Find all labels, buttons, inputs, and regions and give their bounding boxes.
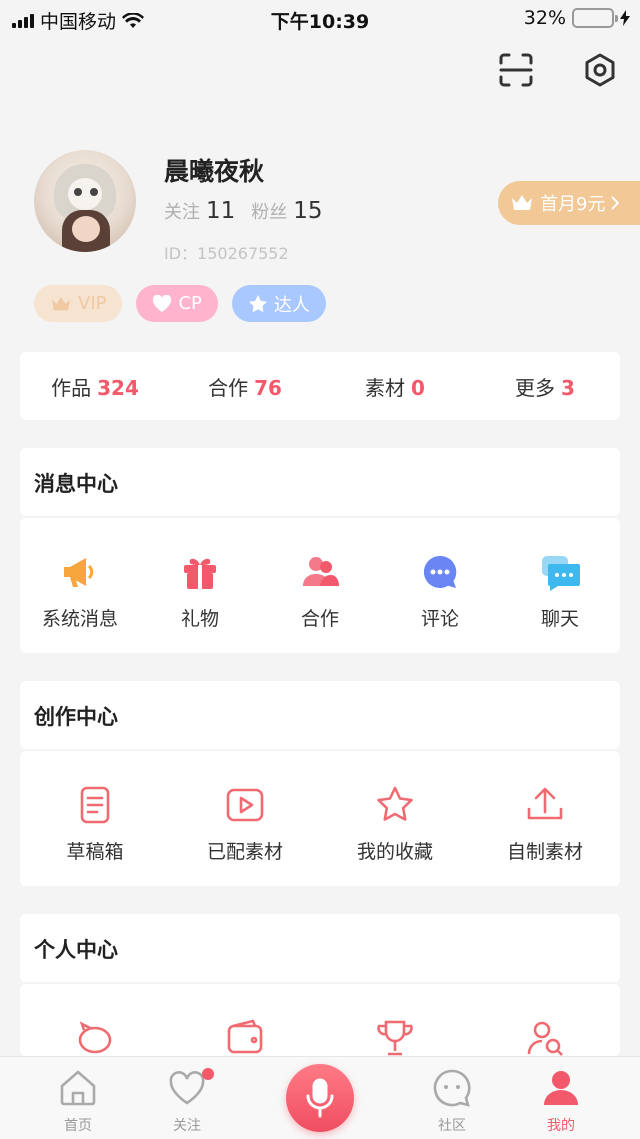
fans-count[interactable]: 15 (293, 198, 322, 224)
follow-label[interactable]: 关注 (164, 198, 200, 224)
comment-item[interactable]: 评论 (380, 552, 500, 631)
battery-percent: 32% (523, 7, 566, 29)
vip-promo-label: 首月9元 (540, 194, 606, 215)
crown-icon (52, 296, 70, 310)
profile-icon (544, 1071, 578, 1105)
user-id: ID：150267552 (164, 244, 289, 263)
stat-materials[interactable]: 素材 0 (320, 372, 470, 401)
tab-mine[interactable]: 我的 (521, 1067, 601, 1135)
video-icon (226, 788, 264, 822)
expert-badge-label: 达人 (273, 294, 310, 316)
notification-dot (202, 1068, 214, 1080)
trophy-icon (377, 1020, 413, 1056)
tab-home[interactable]: 首页 (38, 1067, 118, 1135)
tab-community[interactable]: 社区 (412, 1067, 492, 1135)
microphone-icon (306, 1078, 334, 1118)
piggy-bank-icon (78, 1021, 112, 1054)
section-title: 个人中心 (34, 938, 118, 962)
upload-icon (527, 787, 563, 820)
follow-count[interactable]: 11 (206, 198, 235, 224)
system-message-item[interactable]: 系统消息 (20, 552, 140, 631)
community-icon (433, 1069, 471, 1107)
wallet-item[interactable] (170, 1018, 320, 1056)
fans-label[interactable]: 粉丝 (251, 198, 287, 224)
follow-stats: 关注 11 粉丝 15 (164, 198, 339, 224)
chat-icon (542, 556, 580, 591)
cp-badge-label: CP (178, 293, 202, 314)
piggy-bank-item[interactable] (20, 1018, 170, 1056)
status-bar: 中国移动 下午10:39 32% (0, 0, 640, 40)
expert-badge[interactable]: 达人 (231, 285, 326, 322)
creation-center-grid: 草稿箱 已配素材 我的收藏 自制素材 (20, 751, 620, 886)
scan-icon[interactable] (498, 52, 534, 88)
battery-icon (572, 8, 618, 28)
collab-item[interactable]: 合作 (260, 552, 380, 631)
record-button[interactable] (286, 1064, 354, 1132)
settings-icon[interactable] (582, 52, 618, 88)
stat-more[interactable]: 更多 3 (470, 372, 620, 401)
matched-materials-item[interactable]: 已配素材 (170, 785, 320, 864)
user-search-icon (527, 1021, 563, 1056)
megaphone-icon (64, 558, 94, 587)
comment-icon (423, 555, 457, 588)
gift-icon (184, 558, 216, 589)
wallet-icon (227, 1019, 263, 1054)
section-title: 消息中心 (34, 472, 118, 496)
heart-icon (153, 294, 172, 312)
chevron-right-icon (611, 196, 620, 210)
stat-collab[interactable]: 合作 76 (170, 372, 320, 401)
home-icon (60, 1070, 96, 1106)
username: 晨曦夜秋 (164, 157, 265, 186)
trophy-item[interactable] (320, 1018, 470, 1056)
section-title: 创作中心 (34, 705, 118, 729)
gift-item[interactable]: 礼物 (140, 552, 260, 631)
my-favorites-item[interactable]: 我的收藏 (320, 785, 470, 864)
message-center-grid: 系统消息 礼物 合作 评论 聊天 (20, 518, 620, 653)
document-icon (80, 786, 110, 824)
crown-icon (512, 195, 532, 210)
stats-card: 作品 324 合作 76 素材 0 更多 3 (20, 352, 620, 420)
vip-badge-label: VIP (78, 293, 107, 314)
message-center-header: 消息中心 (20, 448, 620, 516)
drafts-item[interactable]: 草稿箱 (20, 785, 170, 864)
stat-works[interactable]: 作品 324 (20, 372, 170, 401)
personal-center-header: 个人中心 (20, 914, 620, 982)
creation-center-header: 创作中心 (20, 681, 620, 749)
account-search-item[interactable] (470, 1018, 620, 1056)
vip-badge[interactable]: VIP (34, 285, 123, 322)
charging-icon (620, 10, 630, 26)
cp-badge[interactable]: CP (136, 285, 218, 322)
star-icon (377, 786, 413, 821)
chat-item[interactable]: 聊天 (500, 552, 620, 631)
custom-materials-item[interactable]: 自制素材 (470, 785, 620, 864)
users-icon (303, 557, 339, 586)
tab-follow[interactable]: 关注 (147, 1067, 227, 1135)
star-icon (248, 294, 267, 312)
avatar[interactable] (34, 150, 136, 252)
vip-promo-button[interactable]: 首月9元 (498, 181, 640, 225)
personal-center-grid (20, 984, 620, 1056)
